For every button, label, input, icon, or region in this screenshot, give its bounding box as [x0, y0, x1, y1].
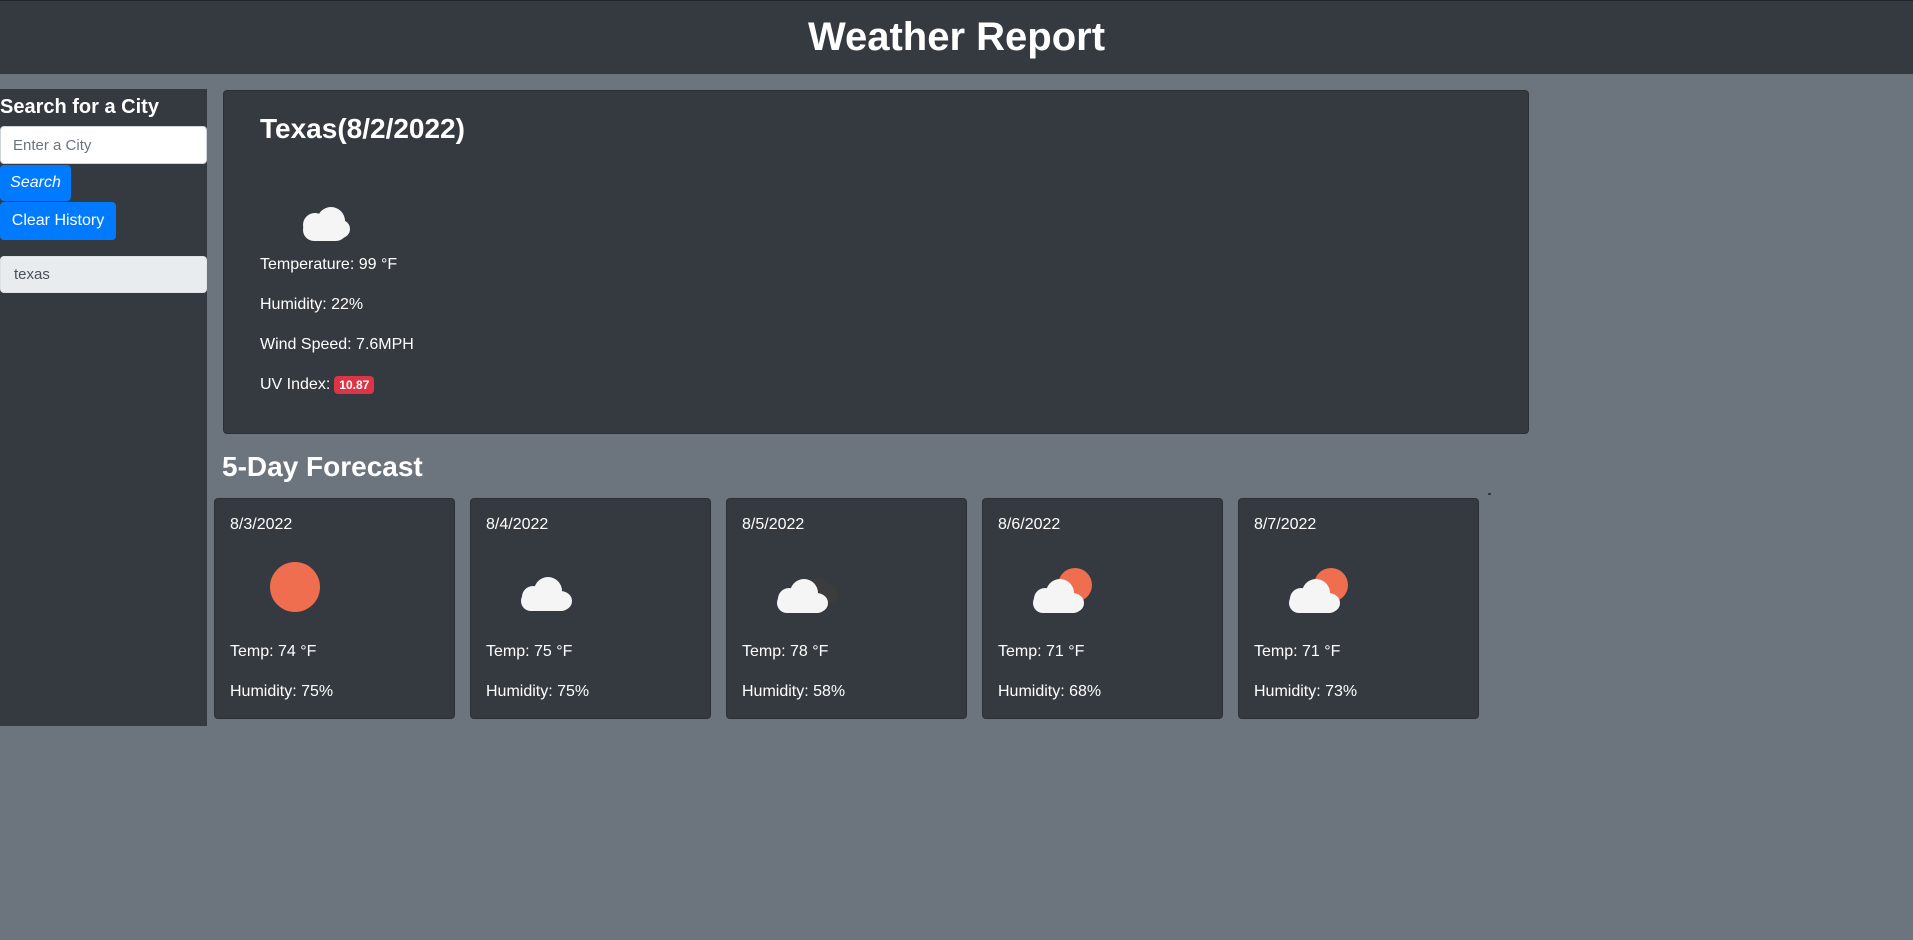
forecast-temp: Temp: 71 °F: [1254, 643, 1341, 660]
cloud-icon: [509, 557, 599, 625]
city-search-input[interactable]: [0, 126, 207, 164]
forecast-humidity: Humidity: 75%: [230, 683, 334, 700]
forecast-date: 8/4/2022: [486, 516, 549, 533]
uv-label: UV Index:: [260, 376, 331, 393]
clouds-icon: [765, 557, 855, 625]
partly-cloudy-icon: [1021, 557, 1111, 625]
current-weather-card: Texas(8/2/2022) Temperature: 99 °F Humid…: [223, 90, 1529, 434]
search-heading: Search for a City: [0, 96, 159, 118]
forecast-date: 8/5/2022: [742, 516, 805, 533]
clear-history-button[interactable]: Clear History: [0, 202, 116, 240]
forecast-title: 5-Day Forecast: [222, 451, 423, 482]
forecast-card: 8/4/2022 Temp: 75 °F Humidity: 75%: [470, 498, 711, 719]
partly-cloudy-icon: [1277, 557, 1367, 625]
forecast-humidity: Humidity: 58%: [742, 683, 846, 700]
forecast-date: 8/7/2022: [1254, 516, 1317, 533]
sun-icon: [253, 557, 343, 625]
forecast-temp: Temp: 78 °F: [742, 643, 829, 660]
forecast-humidity: Humidity: 75%: [486, 683, 590, 700]
current-city-title: Texas(8/2/2022): [260, 113, 465, 144]
forecast-card: 8/7/2022 Temp: 71 °F Humidity: 73%: [1238, 498, 1479, 719]
current-temperature: Temperature: 99 °F: [260, 256, 398, 273]
stray-mark: [1488, 493, 1491, 495]
cloud-icon: [277, 181, 373, 253]
forecast-humidity: Humidity: 73%: [1254, 683, 1358, 700]
forecast-humidity: Humidity: 68%: [998, 683, 1102, 700]
forecast-card: 8/3/2022 Temp: 74 °F Humidity: 75%: [214, 498, 455, 719]
history-item-texas[interactable]: texas: [0, 256, 207, 293]
forecast-card: 8/6/2022 Temp: 71 °F Humidity: 68%: [982, 498, 1223, 719]
page-title: Weather Report: [807, 14, 1106, 59]
search-sidebar: Search for a City Search Clear History t…: [0, 89, 207, 726]
page-header: Weather Report: [0, 1, 1913, 74]
forecast-date: 8/3/2022: [230, 516, 293, 533]
forecast-temp: Temp: 75 °F: [486, 643, 573, 660]
forecast-temp: Temp: 71 °F: [998, 643, 1085, 660]
current-uv-index: UV Index: 10.87: [260, 376, 375, 394]
forecast-temp: Temp: 74 °F: [230, 643, 317, 660]
search-button[interactable]: Search: [0, 165, 71, 201]
uv-badge: 10.87: [334, 376, 375, 394]
forecast-date: 8/6/2022: [998, 516, 1061, 533]
current-wind-speed: Wind Speed: 7.6MPH: [260, 336, 414, 353]
current-humidity: Humidity: 22%: [260, 296, 364, 313]
forecast-card: 8/5/2022 Temp: 78 °F Humidity: 58%: [726, 498, 967, 719]
